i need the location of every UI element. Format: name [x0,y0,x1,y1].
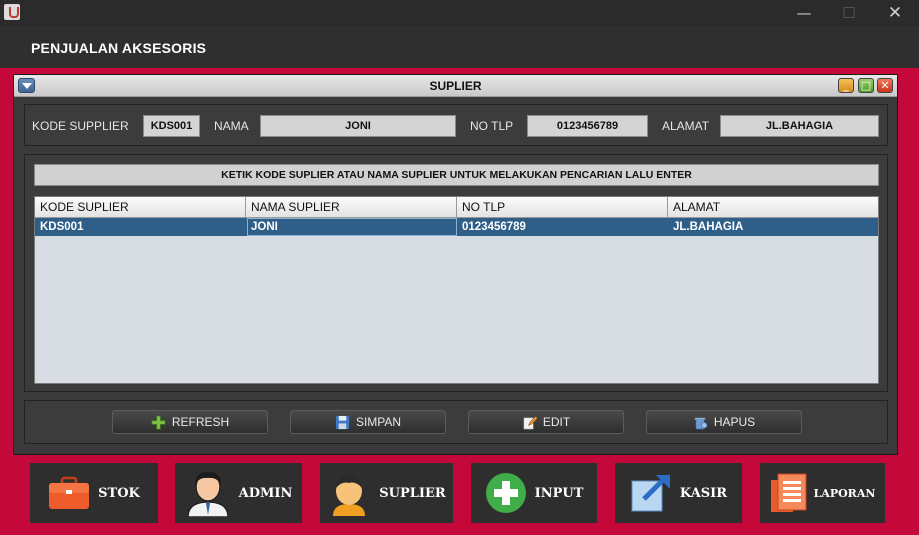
search-input[interactable]: KETIK KODE SUPLIER ATAU NAMA SUPLIER UNT… [34,164,879,186]
cell-focus-border [247,218,457,236]
nama-label: NAMA [214,119,249,133]
hapus-button[interactable]: HAPUS [646,410,802,434]
person-icon [186,471,229,517]
no-tlp-field[interactable]: 0123456789 [527,115,648,137]
frame-title: SUPLIER [429,79,482,93]
alamat-label: ALAMAT [662,119,710,133]
refresh-button[interactable]: REFRESH [112,410,268,434]
no-tlp-label: NO TLP [470,119,514,133]
plus-icon [151,415,166,429]
nav-suplier-button[interactable]: SUPLIER [320,463,453,523]
kode-supplier-field[interactable]: KDS001 [143,115,200,137]
pencil-icon [523,415,537,429]
nav-stok-button[interactable]: STOK [30,463,158,523]
column-header-nama[interactable]: NAMA SUPLIER [246,197,457,218]
window-minimize-button[interactable]: — [781,0,827,26]
nav-input-button[interactable]: INPUT [471,463,597,523]
nav-kasir-label: KASIR [679,485,728,501]
edit-label: EDIT [542,415,571,429]
nav-laporan-label: LAPORAN [813,486,876,500]
java-icon [4,4,20,20]
floppy-icon [335,415,349,429]
plus-circle-icon [485,473,526,513]
table-cell[interactable]: KDS001 [35,218,246,236]
app-title: PENJUALAN AKSESORIS [31,40,207,56]
briefcase-icon [49,476,90,509]
window-maximize-button[interactable]: ☐ [826,0,872,26]
window-close-button[interactable]: ✕ [872,0,918,26]
table-cell[interactable]: 0123456789 [457,218,668,236]
arrow-square-icon [631,475,670,512]
trash-icon [694,417,708,429]
hapus-label: HAPUS [713,415,756,429]
person-icon [333,476,366,516]
nav-kasir-button[interactable]: KASIR [615,463,742,523]
table-cell[interactable]: JL.BAHAGIA [668,218,878,236]
frame-maximize-button[interactable]: □ [858,78,874,93]
nama-field[interactable]: JONI [260,115,456,137]
frame-minimize-button[interactable]: _ [838,78,854,93]
simpan-button[interactable]: SIMPAN [290,410,446,434]
refresh-label: REFRESH [171,415,230,429]
column-header-kode[interactable]: KODE SUPLIER [35,197,246,218]
kode-supplier-label: KODE SUPPLIER [32,119,129,133]
frame-close-button[interactable]: ✕ [877,78,893,93]
nav-admin-button[interactable]: ADMIN [175,463,302,523]
column-header-alamat[interactable]: ALAMAT [668,197,878,218]
nav-laporan-button[interactable]: LAPORAN [760,463,885,523]
alamat-field[interactable]: JL.BAHAGIA [720,115,879,137]
document-icon [770,473,807,512]
nav-admin-label: ADMIN [238,485,293,501]
simpan-label: SIMPAN [355,415,402,429]
edit-button[interactable]: EDIT [468,410,624,434]
column-header-tlp[interactable]: NO TLP [457,197,668,218]
nav-input-label: INPUT [534,485,584,501]
nav-stok-label: STOK [98,485,140,501]
nav-suplier-label: SUPLIER [379,485,446,501]
